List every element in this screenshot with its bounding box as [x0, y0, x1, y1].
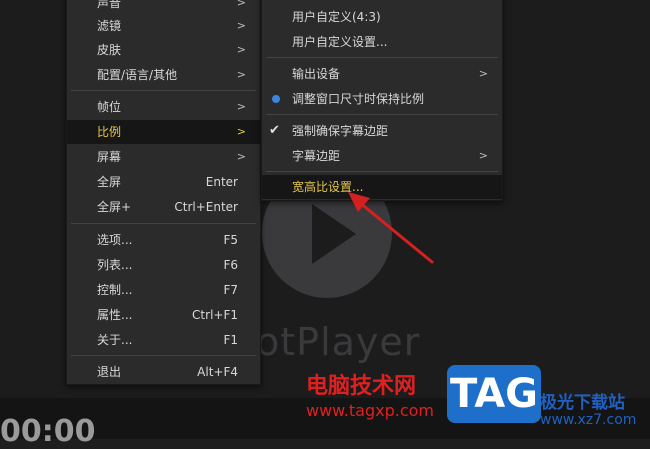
annotation-arrow-icon	[348, 192, 434, 264]
menu-item-label: 退出	[97, 365, 122, 379]
chevron-right-icon: >	[236, 125, 246, 138]
menu-item-label: 比例	[97, 125, 122, 139]
menu-item-label: 列表...	[97, 258, 133, 272]
shortcut-text: Ctrl+F1	[192, 308, 238, 322]
menu-item-label: 字幕边距	[292, 149, 341, 163]
menu-item-ratio[interactable]: 比例 >	[67, 120, 260, 144]
watermark-site2: 极光下载站	[540, 393, 625, 413]
menu-item-label: 输出设备	[292, 67, 341, 81]
menu-item-label: 滤镜	[97, 19, 122, 33]
ratio-submenu: 用户自定义(4:3) 用户自定义设置... 输出设备 > 调整窗口尺寸时保持比例…	[261, 0, 503, 201]
shortcut-text: Alt+F4	[197, 365, 238, 379]
watermark-tag-logo: TAG	[447, 365, 541, 423]
chevron-right-icon: >	[236, 100, 246, 113]
shortcut-text: F5	[223, 233, 238, 247]
menu-item-label: 屏幕	[97, 150, 122, 164]
context-menu: 声音 > 滤镜 > 皮肤 > 配置/语言/其他 > 帧位 > 比例 > 屏幕 >…	[66, 0, 261, 385]
menu-item-filter[interactable]: 滤镜 >	[67, 14, 260, 38]
menu-item-screen[interactable]: 屏幕 >	[67, 145, 260, 169]
shortcut-text: F1	[223, 333, 238, 347]
menu-item-label: 控制...	[97, 283, 133, 297]
menu-item-label: 属性...	[97, 308, 133, 322]
menu-separator	[71, 90, 256, 91]
chevron-right-icon: >	[236, 0, 246, 9]
menu-item-label: 声音	[97, 0, 122, 10]
chevron-right-icon: >	[236, 19, 246, 32]
menu-item-frame[interactable]: 帧位 >	[67, 95, 260, 119]
menu-item-control[interactable]: 控制... F7	[67, 278, 260, 302]
menu-item-label: 强制确保字幕边距	[292, 124, 389, 138]
watermark-site-name: 电脑技术网	[306, 374, 417, 399]
submenu-item-custom-settings[interactable]: 用户自定义设置...	[262, 30, 502, 54]
menu-separator	[71, 223, 256, 224]
menu-item-playlist[interactable]: 列表... F6	[67, 253, 260, 277]
menu-separator	[71, 355, 256, 356]
check-icon: ✔	[269, 123, 280, 138]
menu-separator	[266, 114, 498, 115]
menu-item-fullscreen[interactable]: 全屏 Enter	[67, 170, 260, 194]
watermark-site2-url: www.xz7.com	[540, 412, 637, 428]
submenu-item-output-device[interactable]: 输出设备 >	[262, 62, 502, 86]
player-logo: otPlayer	[256, 320, 421, 364]
menu-item-about[interactable]: 关于... F1	[67, 328, 260, 352]
chevron-right-icon: >	[478, 67, 488, 80]
menu-separator	[266, 57, 498, 58]
menu-item-label: 用户自定义设置...	[292, 35, 388, 49]
menu-item-label: 全屏+	[97, 200, 132, 214]
radio-selected-icon	[272, 95, 280, 103]
menu-item-label: 调整窗口尺寸时保持比例	[292, 92, 425, 106]
menu-item-label: 全屏	[97, 175, 122, 189]
submenu-item-keep-ratio[interactable]: 调整窗口尺寸时保持比例	[262, 87, 502, 111]
menu-item-fullscreen-plus[interactable]: 全屏+ Ctrl+Enter	[67, 195, 260, 219]
menu-item-skin[interactable]: 皮肤 >	[67, 38, 260, 62]
menu-separator	[266, 171, 498, 172]
menu-item-options[interactable]: 选项... F5	[67, 228, 260, 252]
shortcut-text: F6	[223, 258, 238, 272]
watermark-url: www.tagxp.com	[306, 401, 434, 420]
menu-item-exit[interactable]: 退出 Alt+F4	[67, 360, 260, 384]
chevron-right-icon: >	[236, 68, 246, 81]
chevron-right-icon: >	[236, 150, 246, 163]
shortcut-text: Ctrl+Enter	[174, 200, 238, 214]
menu-item-label: 选项...	[97, 233, 133, 247]
time-display: 00:00	[0, 414, 96, 449]
menu-item-label: 用户自定义(4:3)	[292, 10, 381, 24]
menu-item-label: 关于...	[97, 333, 133, 347]
menu-item-config[interactable]: 配置/语言/其他 >	[67, 63, 260, 87]
menu-item-properties[interactable]: 属性... Ctrl+F1	[67, 303, 260, 327]
submenu-item-force-subtitle-margin[interactable]: ✔ 强制确保字幕边距	[262, 119, 502, 143]
menu-item-label: 皮肤	[97, 43, 122, 57]
shortcut-text: Enter	[205, 175, 238, 189]
submenu-item-custom-4-3[interactable]: 用户自定义(4:3)	[262, 5, 502, 29]
chevron-right-icon: >	[478, 149, 488, 162]
chevron-right-icon: >	[236, 43, 246, 56]
shortcut-text: F7	[223, 283, 238, 297]
menu-item-label: 帧位	[97, 100, 122, 114]
menu-item-label: 配置/语言/其他	[97, 68, 178, 82]
menu-item-audio[interactable]: 声音 >	[67, 0, 260, 15]
submenu-item-subtitle-margin[interactable]: 字幕边距 >	[262, 144, 502, 168]
